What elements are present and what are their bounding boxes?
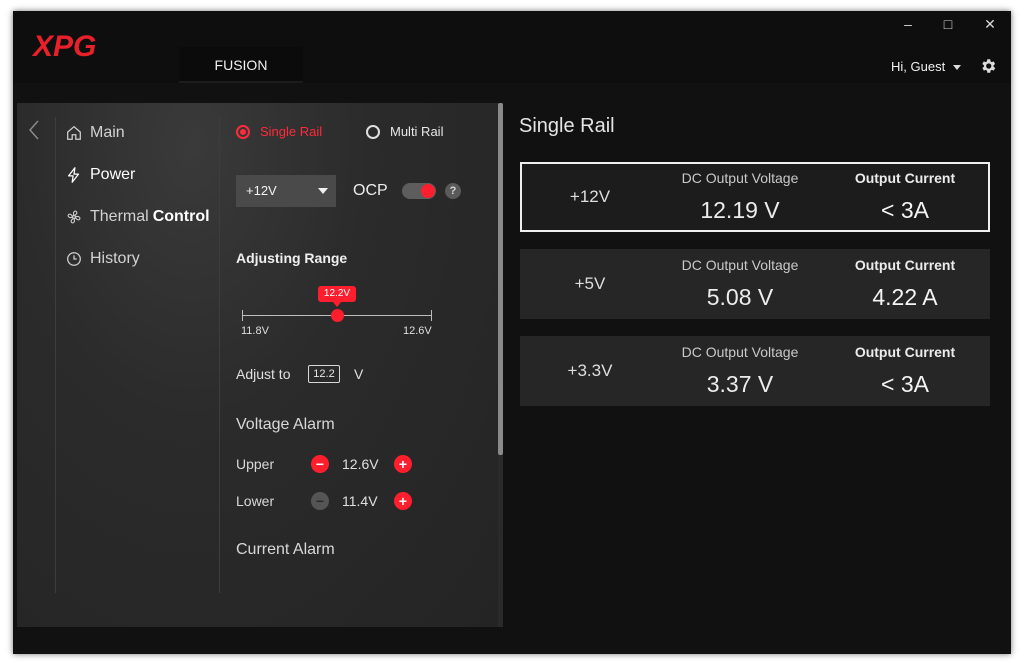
chevron-down-icon bbox=[318, 188, 328, 194]
single-rail-label: Single Rail bbox=[260, 124, 323, 139]
app-window: XPG FUSION – □ ✕ Hi, Guest Main Power Th… bbox=[13, 11, 1011, 654]
close-button[interactable]: ✕ bbox=[975, 13, 1005, 35]
sidebar-item-label: Main bbox=[90, 124, 125, 141]
multi-rail-label: Multi Rail bbox=[390, 124, 444, 139]
current-value: < 3A bbox=[881, 197, 929, 223]
sidebar-item-label: Thermal bbox=[90, 208, 149, 225]
scrollbar-thumb[interactable] bbox=[498, 103, 503, 455]
upper-increase-button[interactable]: + bbox=[394, 455, 412, 473]
ocp-label: OCP bbox=[353, 182, 388, 199]
rail-name: +5V bbox=[574, 274, 606, 293]
adjust-to-label: Adjust to bbox=[236, 366, 291, 382]
nav-tab-fusion[interactable]: FUSION bbox=[179, 47, 303, 83]
user-menu[interactable]: Hi, Guest bbox=[891, 59, 962, 74]
slider-min-tick bbox=[242, 310, 243, 321]
current-header: Output Current bbox=[854, 344, 956, 360]
sidebar-divider bbox=[55, 117, 56, 593]
ocp-toggle[interactable] bbox=[402, 183, 436, 199]
rail-name: +3.3V bbox=[567, 361, 613, 380]
voltage-header: DC Output Voltage bbox=[681, 257, 799, 273]
upper-decrease-button[interactable]: − bbox=[311, 455, 329, 473]
help-icon[interactable]: ? bbox=[445, 183, 461, 199]
voltage-header: DC Output Voltage bbox=[681, 344, 799, 360]
sidebar-item-power[interactable]: Power bbox=[65, 163, 135, 187]
fan-icon bbox=[67, 210, 81, 224]
sidebar-item-label-bold: Control bbox=[152, 208, 210, 225]
lower-alarm-value: 11.4V bbox=[342, 493, 378, 509]
radio-selected-icon bbox=[236, 124, 250, 139]
slider-max-tick bbox=[431, 310, 432, 321]
brand-text: XPG bbox=[31, 30, 96, 63]
adjust-to-unit: V bbox=[354, 366, 364, 382]
voltage-slider-handle[interactable] bbox=[330, 309, 344, 322]
voltage-value: 12.19 V bbox=[700, 197, 780, 223]
chevron-left-icon[interactable] bbox=[27, 119, 41, 141]
voltage-header: DC Output Voltage bbox=[681, 170, 799, 186]
voltage-alarm-title: Voltage Alarm bbox=[236, 416, 335, 433]
lower-alarm-label: Lower bbox=[236, 493, 275, 509]
toggle-knob bbox=[421, 184, 435, 198]
radio-unselected-icon bbox=[366, 124, 380, 139]
history-icon bbox=[67, 252, 81, 266]
current-value: 4.22 A bbox=[872, 284, 938, 310]
upper-alarm-label: Upper bbox=[236, 456, 275, 472]
rail-card-3v3[interactable]: +3.3V DC Output Voltage 3.37 V Output Cu… bbox=[520, 336, 990, 406]
user-greeting: Hi, Guest bbox=[891, 59, 946, 74]
single-rail-radio[interactable]: Single Rail bbox=[236, 124, 322, 139]
multi-rail-radio[interactable]: Multi Rail bbox=[366, 124, 443, 139]
voltage-value: 3.37 V bbox=[706, 371, 774, 397]
adjusting-range-title: Adjusting Range bbox=[236, 250, 348, 266]
upper-alarm-value: 12.6V bbox=[342, 456, 379, 472]
slider-min-label: 11.8V bbox=[241, 325, 269, 337]
rail-mode-title: Single Rail bbox=[519, 115, 615, 137]
rail-select[interactable]: +12V bbox=[236, 175, 336, 207]
lower-increase-button[interactable]: + bbox=[394, 492, 412, 510]
slider-value-bubble: 12.2V bbox=[318, 286, 356, 307]
title-bar: XPG FUSION – □ ✕ Hi, Guest bbox=[13, 11, 1011, 83]
chevron-down-icon bbox=[953, 65, 962, 71]
panel-scrollbar[interactable] bbox=[498, 103, 503, 627]
control-panel: Main Power Thermal Control History Single… bbox=[17, 103, 503, 627]
lightning-icon bbox=[67, 167, 80, 183]
home-icon bbox=[67, 125, 81, 140]
rail-name: +12V bbox=[569, 187, 611, 206]
lower-decrease-button[interactable]: − bbox=[311, 492, 329, 510]
minimize-button[interactable]: – bbox=[893, 13, 923, 35]
current-value: < 3A bbox=[881, 371, 929, 397]
xpg-logo: XPG bbox=[31, 30, 96, 63]
sidebar-item-label: History bbox=[90, 250, 140, 267]
gear-icon[interactable] bbox=[979, 57, 997, 75]
rail-card-5v[interactable]: +5V DC Output Voltage 5.08 V Output Curr… bbox=[520, 249, 990, 319]
sidebar-item-label: Power bbox=[90, 166, 136, 183]
slider-max-label: 12.6V bbox=[403, 325, 432, 337]
sidebar-item-main[interactable]: Main bbox=[65, 121, 125, 145]
sidebar-item-thermal-control[interactable]: Thermal Control bbox=[65, 205, 210, 229]
current-header: Output Current bbox=[854, 257, 956, 273]
current-alarm-title: Current Alarm bbox=[236, 541, 335, 558]
maximize-button[interactable]: □ bbox=[933, 13, 963, 35]
panel-divider bbox=[219, 117, 220, 593]
current-header: Output Current bbox=[854, 170, 956, 186]
voltage-value: 5.08 V bbox=[706, 284, 774, 310]
adjust-to-input[interactable]: 12.2 bbox=[308, 365, 340, 383]
sidebar-item-history[interactable]: History bbox=[65, 247, 140, 271]
rail-select-value: +12V bbox=[246, 183, 277, 198]
rail-card-12v[interactable]: +12V DC Output Voltage 12.19 V Output Cu… bbox=[520, 162, 990, 232]
